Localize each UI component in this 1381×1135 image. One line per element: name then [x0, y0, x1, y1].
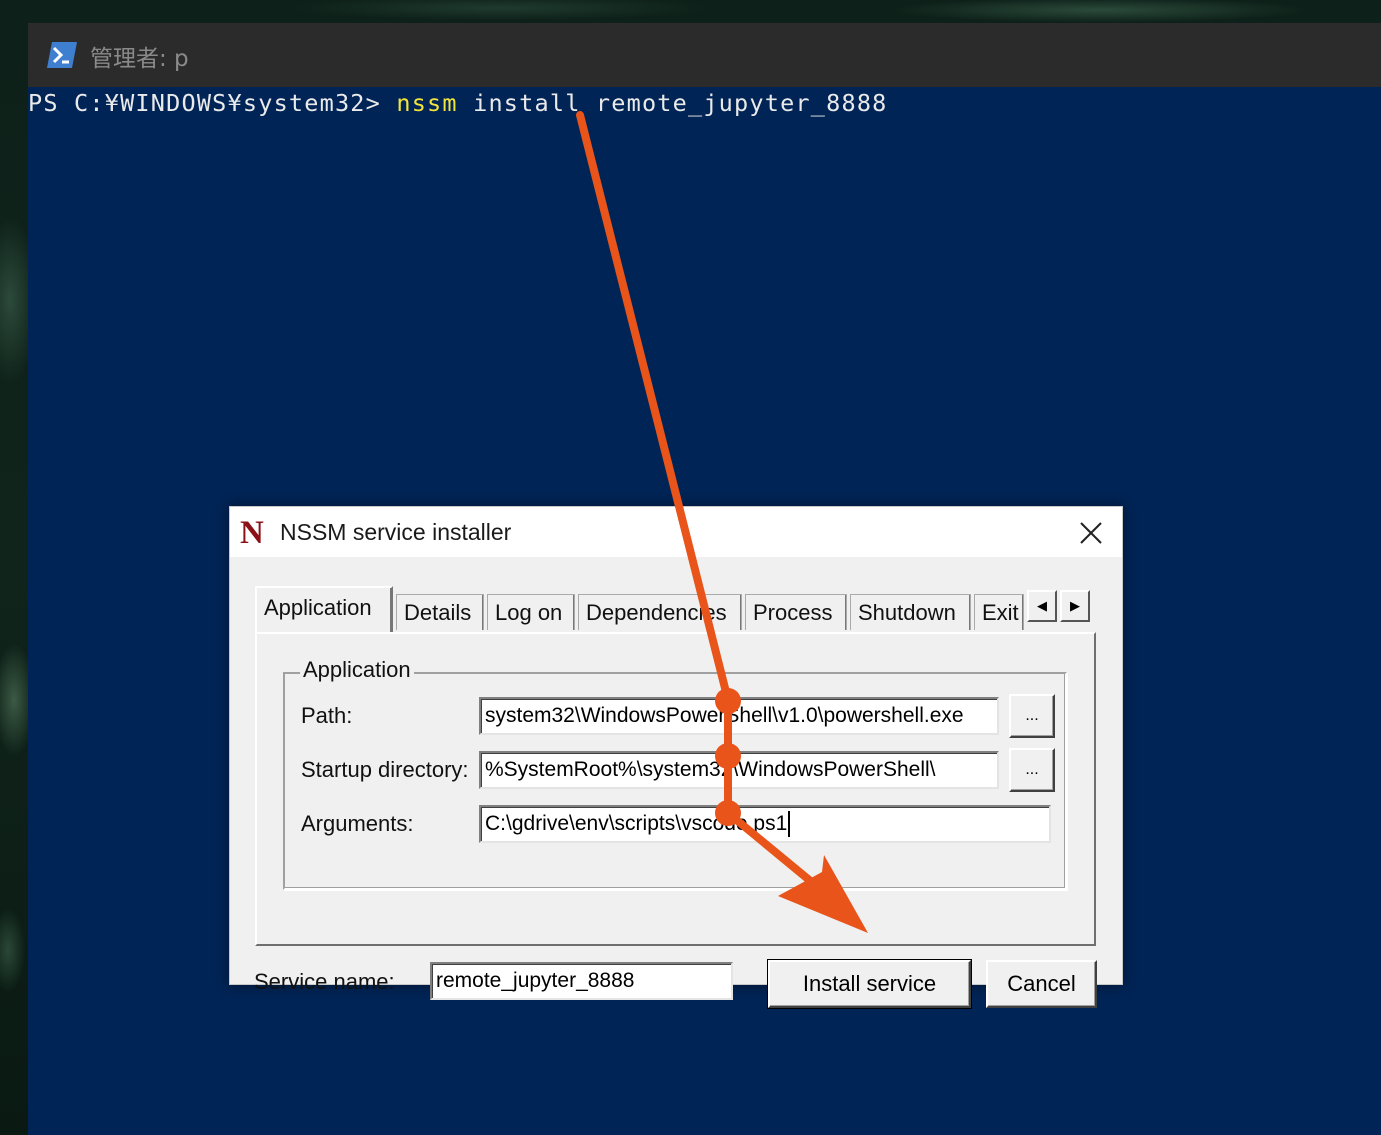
powershell-icon	[47, 42, 77, 68]
nssm-installer-dialog[interactable]: N NSSM service installer Application Det…	[229, 506, 1123, 1009]
service-name-label: Service name:	[254, 969, 395, 994]
tab-dependencies[interactable]: Dependencies	[578, 594, 742, 630]
cancel-button[interactable]: Cancel	[986, 960, 1097, 1008]
tab-scroll-left-icon[interactable]: ◀	[1027, 590, 1057, 622]
text-caret	[788, 811, 791, 838]
powershell-titlebar[interactable]: 管理者: p	[28, 23, 1381, 87]
dialog-body: Application Details Log on Dependencies …	[230, 557, 1122, 1009]
startup-directory-input[interactable]: %SystemRoot%\system32\WindowsPowerShell\	[479, 751, 999, 789]
powershell-window-title: 管理者: p	[90, 46, 189, 72]
group-title: Application	[300, 657, 414, 683]
tab-log-on[interactable]: Log on	[487, 594, 575, 630]
command-name: nssm	[396, 89, 458, 117]
arguments-label: Arguments:	[301, 811, 414, 836]
application-tab-panel: Application Path: system32\WindowsPowerS…	[255, 632, 1096, 946]
dialog-titlebar[interactable]: N NSSM service installer	[230, 507, 1122, 557]
tab-process[interactable]: Process	[745, 594, 847, 630]
path-browse-button[interactable]: ...	[1009, 694, 1055, 738]
application-group: Application Path: system32\WindowsPowerS…	[283, 657, 1067, 890]
arguments-input[interactable]: C:\gdrive\env\scripts\vscode.ps1	[479, 805, 1051, 843]
tab-details[interactable]: Details	[396, 594, 484, 630]
tab-shutdown[interactable]: Shutdown	[850, 594, 971, 630]
path-input[interactable]: system32\WindowsPowerShell\v1.0\powershe…	[479, 697, 999, 735]
nssm-logo-icon: N	[240, 515, 264, 551]
prompt-text: PS C:¥WINDOWS¥system32>	[28, 89, 397, 117]
tab-application[interactable]: Application	[255, 586, 393, 632]
command-args: install remote_jupyter_8888	[457, 89, 888, 117]
install-service-button[interactable]: Install service	[767, 959, 972, 1009]
service-name-input[interactable]: remote_jupyter_8888	[430, 962, 733, 1000]
close-icon[interactable]	[1074, 517, 1108, 549]
startup-directory-browse-button[interactable]: ...	[1009, 748, 1055, 792]
command-line: PS C:¥WINDOWS¥system32> nssm install rem…	[28, 89, 888, 117]
startup-directory-label: Startup directory:	[301, 757, 469, 782]
path-label: Path:	[301, 703, 353, 728]
tab-scroll-right-icon[interactable]: ▶	[1060, 590, 1090, 622]
tab-exit[interactable]: Exit	[974, 594, 1024, 630]
arguments-value: C:\gdrive\env\scripts\vscode.ps1	[485, 812, 788, 835]
dialog-title: NSSM service installer	[280, 519, 512, 545]
tab-strip: Application Details Log on Dependencies …	[255, 586, 1095, 634]
